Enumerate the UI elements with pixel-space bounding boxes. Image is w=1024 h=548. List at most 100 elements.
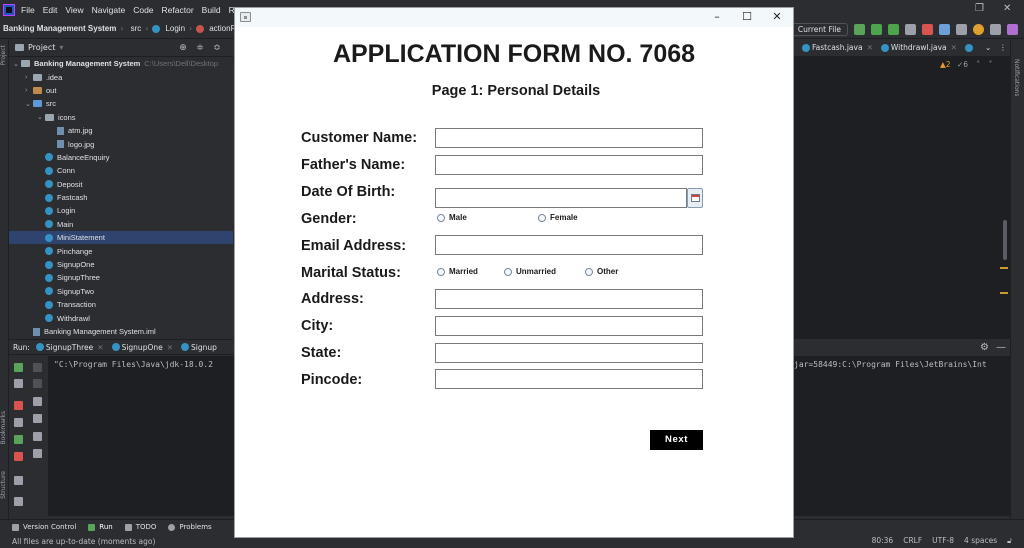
close-icon[interactable]: ✕ bbox=[97, 343, 103, 352]
chevron-down-icon[interactable]: ⌄ bbox=[13, 60, 21, 68]
editor-tab-overflow[interactable] bbox=[964, 43, 975, 52]
scroll-to-end-icon[interactable] bbox=[33, 414, 42, 423]
tree-item[interactable]: Banking Management System.iml bbox=[9, 325, 233, 338]
pin-icon[interactable] bbox=[14, 497, 23, 506]
tree-item[interactable]: MiniStatement bbox=[9, 231, 233, 245]
camera-icon[interactable] bbox=[14, 418, 23, 427]
arrow-down-icon[interactable]: ˅ bbox=[989, 60, 993, 69]
bookmarks-tool-label[interactable]: Bookmarks bbox=[0, 411, 9, 445]
date-picker-button[interactable] bbox=[687, 188, 703, 208]
dob-input[interactable] bbox=[435, 188, 687, 208]
radio-circle[interactable] bbox=[585, 267, 593, 276]
tree-item[interactable]: › out bbox=[9, 84, 233, 97]
debug-icon[interactable] bbox=[14, 435, 23, 444]
close-icon[interactable]: ✕ bbox=[167, 343, 173, 352]
editor-tab-withdrawl[interactable]: Withdrawl.java ✕ bbox=[880, 43, 957, 52]
tab-problems[interactable]: Problems bbox=[168, 523, 212, 531]
status-message[interactable]: All files are up-to-date (moments ago) bbox=[12, 537, 155, 546]
chevron-right-icon[interactable]: › bbox=[25, 74, 33, 81]
update-icon[interactable] bbox=[973, 23, 984, 35]
run-tab[interactable]: SignupThree ✕ bbox=[35, 343, 104, 352]
tree-item[interactable]: Main bbox=[9, 218, 233, 231]
warning-marker[interactable] bbox=[1000, 292, 1008, 294]
menu-navigate[interactable]: Navigate bbox=[92, 5, 126, 15]
arrow-down-icon[interactable] bbox=[33, 379, 42, 388]
tree-item[interactable]: BalanceEnquiry bbox=[9, 151, 233, 164]
menu-edit[interactable]: Edit bbox=[43, 5, 58, 15]
gender-female-radio[interactable]: Female bbox=[538, 213, 578, 222]
vcs-icon[interactable] bbox=[939, 23, 950, 35]
project-tool-label[interactable]: Project bbox=[0, 45, 9, 66]
layout-icon[interactable] bbox=[14, 476, 23, 485]
run-console-continued[interactable]: jar=58449:C:\Program Files\JetBrains\Int bbox=[794, 356, 1010, 516]
chevron-right-icon[interactable]: › bbox=[25, 87, 33, 94]
soft-wrap-icon[interactable] bbox=[33, 397, 42, 406]
editor-tab-fastcash[interactable]: Fastcash.java ✕ bbox=[802, 43, 873, 52]
coverage-icon[interactable] bbox=[888, 23, 899, 35]
minimize-icon[interactable]: – bbox=[707, 10, 727, 24]
exit-icon[interactable] bbox=[14, 452, 23, 461]
print-icon[interactable] bbox=[33, 432, 42, 441]
caret-position[interactable]: 80:36 bbox=[872, 536, 894, 546]
breadcrumb-project[interactable]: Banking Management System bbox=[3, 24, 116, 33]
ai-assistant-icon[interactable] bbox=[1007, 23, 1018, 35]
ide-close-icon[interactable]: ✕ bbox=[1003, 3, 1011, 14]
trash-icon[interactable] bbox=[33, 449, 42, 458]
more-options-icon[interactable]: ⋮ bbox=[999, 43, 1007, 52]
tree-item[interactable]: ⌄ icons bbox=[9, 111, 233, 124]
tree-item[interactable]: Deposit bbox=[9, 178, 233, 191]
close-icon[interactable]: ✕ bbox=[767, 10, 787, 24]
inspection-widget[interactable]: ▲2 ✓6 ˄ ˅ bbox=[940, 60, 992, 69]
run-tab[interactable]: SignupOne ✕ bbox=[111, 343, 173, 352]
tree-item[interactable]: Fastcash bbox=[9, 191, 233, 204]
tree-item[interactable]: Login bbox=[9, 204, 233, 217]
customer-name-input[interactable] bbox=[435, 128, 703, 148]
settings-gear-icon[interactable]: ⚙ bbox=[980, 342, 989, 353]
window-titlebar[interactable]: – ☐ ✕ bbox=[235, 8, 793, 27]
menu-file[interactable]: File bbox=[21, 5, 35, 15]
editor-scrollbar[interactable] bbox=[1003, 220, 1007, 260]
arrow-up-icon[interactable] bbox=[33, 363, 42, 372]
chevron-down-icon[interactable]: ⌄ bbox=[25, 100, 33, 108]
rerun-icon[interactable] bbox=[14, 363, 23, 372]
close-icon[interactable]: ✕ bbox=[867, 43, 873, 52]
fathers-name-input[interactable] bbox=[435, 155, 703, 175]
close-icon[interactable]: ✕ bbox=[951, 43, 957, 52]
tree-item[interactable]: › .idea bbox=[9, 70, 233, 83]
tree-item[interactable]: logo.jpg bbox=[9, 137, 233, 150]
wrench-icon[interactable] bbox=[14, 379, 23, 388]
tree-item[interactable]: SignupThree bbox=[9, 271, 233, 284]
tree-item[interactable]: Transaction bbox=[9, 298, 233, 311]
tree-item[interactable]: Withdrawl bbox=[9, 311, 233, 324]
tab-run[interactable]: Run bbox=[88, 523, 113, 531]
menu-view[interactable]: View bbox=[65, 5, 83, 15]
tab-version-control[interactable]: Version Control bbox=[12, 523, 76, 531]
collapse-all-icon[interactable]: ≎ bbox=[212, 43, 222, 53]
file-encoding[interactable]: UTF-8 bbox=[932, 536, 954, 546]
structure-tool-label[interactable]: Structure bbox=[0, 471, 9, 499]
breadcrumb-class[interactable]: Login bbox=[165, 24, 185, 33]
lock-icon[interactable]: 🔓︎ bbox=[1007, 536, 1012, 546]
gender-male-radio[interactable]: Male bbox=[437, 213, 467, 222]
tree-item[interactable]: SignupOne bbox=[9, 258, 233, 271]
menu-code[interactable]: Code bbox=[133, 5, 153, 15]
next-button[interactable]: Next bbox=[650, 430, 703, 450]
locate-icon[interactable]: ⊕ bbox=[178, 43, 188, 53]
tree-item[interactable]: Conn bbox=[9, 164, 233, 177]
run-console[interactable]: "C:\Program Files\Java\jdk-18.0.2 bbox=[48, 356, 234, 516]
tree-item[interactable]: Pinchange bbox=[9, 244, 233, 257]
marital-other-radio[interactable]: Other bbox=[585, 267, 618, 276]
code-editor[interactable] bbox=[794, 39, 1010, 339]
radio-circle[interactable] bbox=[504, 267, 512, 276]
settings-gear-icon[interactable] bbox=[990, 23, 1001, 35]
chevron-down-icon[interactable]: ⌄ bbox=[985, 43, 991, 52]
project-panel-title[interactable]: Project bbox=[28, 43, 55, 52]
run-tab[interactable]: Signup bbox=[181, 343, 217, 352]
tree-item[interactable]: ⌄ src bbox=[9, 97, 233, 110]
ide-restore-icon[interactable]: ❐ bbox=[975, 3, 984, 14]
chevron-down-icon[interactable]: ⌄ bbox=[37, 113, 45, 121]
run-config-dropdown[interactable]: Current File bbox=[790, 22, 848, 36]
menu-build[interactable]: Build bbox=[202, 5, 221, 15]
arrow-up-icon[interactable]: ˄ bbox=[976, 60, 980, 69]
stop-icon[interactable] bbox=[14, 401, 23, 410]
